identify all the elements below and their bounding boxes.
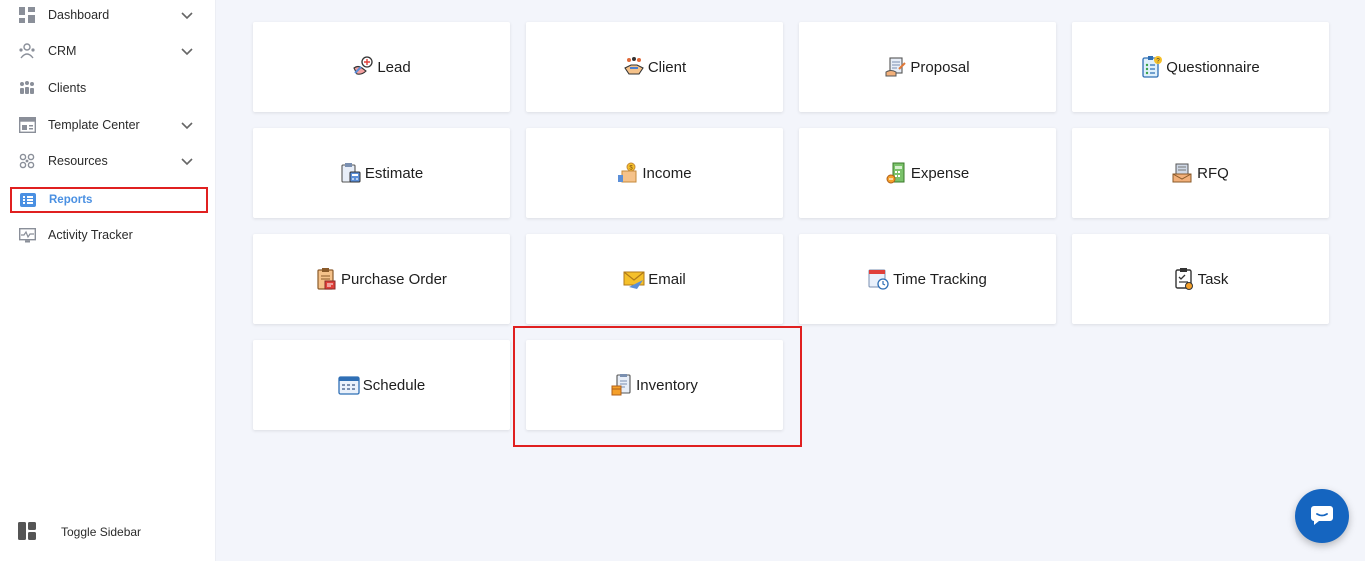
grid-icon: [18, 6, 36, 24]
schedule-icon: [338, 374, 360, 396]
app-root: Dashboard CRM Clients Template Center Re…: [0, 0, 1365, 561]
sidebar-item-activity-tracker[interactable]: Activity Tracker: [10, 221, 208, 249]
report-card-purchase-order[interactable]: Purchase Order: [253, 234, 510, 324]
purchase-order-icon: [316, 268, 338, 290]
chevron-down-icon: [181, 122, 193, 130]
sidebar-item-label: Reports: [49, 194, 93, 206]
report-card-label: Client: [647, 58, 687, 76]
report-card-schedule[interactable]: Schedule: [253, 340, 510, 430]
sidebar-item-reports[interactable]: Reports: [10, 187, 208, 213]
reports-icon: [19, 191, 37, 209]
resources-icon: [18, 152, 36, 170]
sidebar-item-label: CRM: [48, 44, 77, 58]
report-card-label: Estimate: [364, 164, 424, 182]
proposal-icon: [885, 56, 907, 78]
sidebar: Dashboard CRM Clients Template Center Re…: [0, 0, 216, 561]
crm-icon: [18, 42, 36, 60]
estimate-icon: [340, 162, 362, 184]
sidebar-item-label: Dashboard: [48, 8, 110, 22]
inventory-icon: [611, 374, 633, 396]
sidebar-layout-icon: [18, 522, 38, 542]
rfq-icon: [1172, 162, 1194, 184]
client-icon: [623, 56, 645, 78]
report-card-label: Income: [642, 164, 692, 182]
chevron-down-icon: [181, 48, 193, 56]
sidebar-item-resources[interactable]: Resources: [10, 147, 208, 175]
report-card-expense[interactable]: Expense: [799, 128, 1056, 218]
chevron-down-icon: [181, 158, 193, 166]
sidebar-item-label: Clients: [48, 81, 87, 95]
report-card-label: Purchase Order: [341, 270, 447, 288]
report-card-label: RFQ: [1197, 164, 1229, 182]
report-card-label: Inventory: [636, 376, 698, 394]
report-card-email[interactable]: Email: [526, 234, 783, 324]
users-icon: [18, 79, 36, 97]
report-card-inventory[interactable]: Inventory: [526, 340, 783, 430]
sidebar-item-crm[interactable]: CRM: [10, 37, 208, 65]
toggle-sidebar-button[interactable]: Toggle Sidebar: [18, 522, 141, 542]
sidebar-item-dashboard[interactable]: Dashboard: [10, 1, 208, 29]
report-card-lead[interactable]: Lead: [253, 22, 510, 112]
report-card-questionnaire[interactable]: ? Questionnaire: [1072, 22, 1329, 112]
report-card-label: Expense: [910, 164, 970, 182]
time-tracking-icon: [868, 268, 890, 290]
chat-button[interactable]: [1295, 489, 1349, 543]
chat-icon: [1311, 506, 1333, 525]
sidebar-item-clients[interactable]: Clients: [10, 74, 208, 102]
report-card-label: Time Tracking: [893, 270, 987, 288]
chevron-down-icon: [181, 12, 193, 20]
report-card-rfq[interactable]: RFQ: [1072, 128, 1329, 218]
expense-icon: [886, 162, 908, 184]
report-card-label: Lead: [377, 58, 411, 76]
template-icon: [18, 116, 36, 134]
report-card-label: Proposal: [910, 58, 970, 76]
report-card-time-tracking[interactable]: Time Tracking: [799, 234, 1056, 324]
report-card-label: Questionnaire: [1166, 58, 1260, 76]
report-card-task[interactable]: Task: [1072, 234, 1329, 324]
lead-icon: [352, 56, 374, 78]
email-icon: [623, 268, 645, 290]
report-card-label: Task: [1197, 270, 1229, 288]
report-card-label: Email: [648, 270, 686, 288]
toggle-sidebar-label: Toggle Sidebar: [61, 525, 142, 539]
sidebar-item-label: Template Center: [48, 118, 140, 132]
report-card-estimate[interactable]: Estimate: [253, 128, 510, 218]
sidebar-item-label: Activity Tracker: [48, 228, 133, 242]
sidebar-item-label: Resources: [48, 154, 108, 168]
task-icon: [1173, 268, 1195, 290]
sidebar-item-template-center[interactable]: Template Center: [10, 111, 208, 139]
report-card-label: Schedule: [362, 376, 426, 394]
questionnaire-icon: ?: [1141, 56, 1163, 78]
report-card-client[interactable]: Client: [526, 22, 783, 112]
income-icon: $: [617, 162, 639, 184]
report-card-income[interactable]: $ Income: [526, 128, 783, 218]
activity-icon: [18, 226, 36, 244]
report-card-proposal[interactable]: Proposal: [799, 22, 1056, 112]
